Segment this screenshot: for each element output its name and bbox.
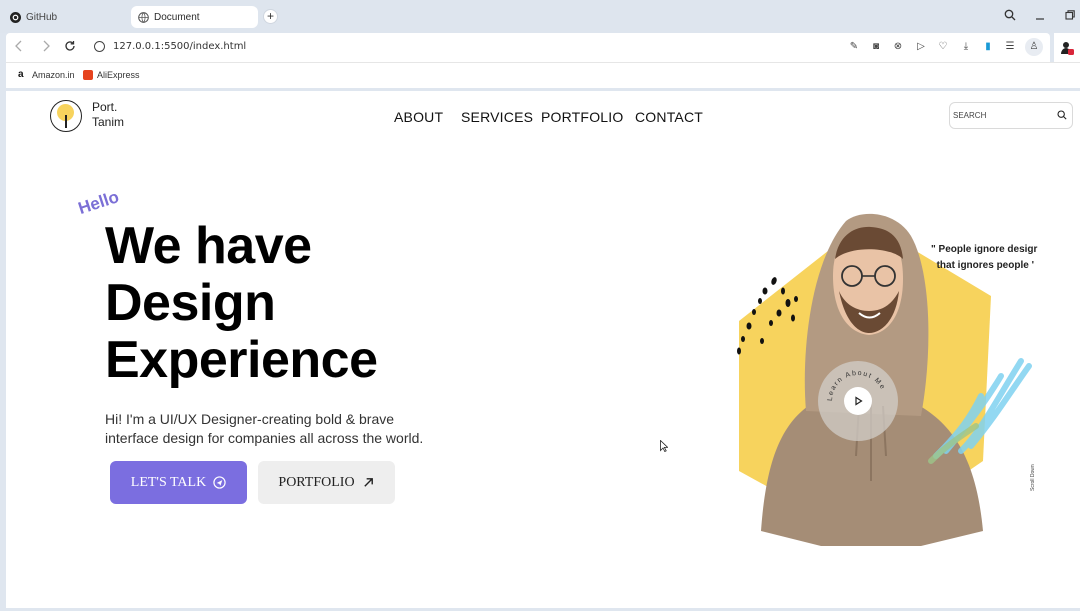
nav-about[interactable]: ABOUT <box>394 109 443 125</box>
scroll-down-label[interactable]: Scroll Down <box>1030 464 1036 491</box>
subtext-line-2: interface design for companies all acros… <box>105 430 424 446</box>
address-toolbar: 127.0.0.1:5500/index.html ✎ ◙ ⊗ ▷ ♡ ⤓ ▮ … <box>6 33 1050 62</box>
globe-icon <box>138 11 149 23</box>
tab-label: Document <box>154 11 200 23</box>
nav-contact[interactable]: CONTACT <box>635 109 703 125</box>
new-tab-button[interactable]: + <box>263 9 278 24</box>
quote-line-1: " People ignore desigr <box>931 244 1038 255</box>
play-icon <box>855 396 863 406</box>
bookmark-label: AliExpress <box>97 70 140 80</box>
reload-icon[interactable] <box>64 40 76 52</box>
lets-talk-label: LET'S TALK <box>130 474 207 490</box>
learn-about-me-button[interactable]: Learn About Me <box>818 361 898 441</box>
profile-icon[interactable]: ♙ <box>1025 38 1043 56</box>
heart-icon[interactable]: ♡ <box>937 41 949 53</box>
portfolio-button[interactable]: PORTFOLIO <box>258 461 395 504</box>
hero-subtext: Hi! I'm a UI/UX Designer-creating bold &… <box>105 410 465 448</box>
arrow-up-right-icon <box>363 478 373 487</box>
github-icon <box>10 11 21 23</box>
edit-icon[interactable]: ✎ <box>848 41 860 53</box>
play-button[interactable] <box>844 387 872 415</box>
nav-portfolio[interactable]: PORTFOLIO <box>541 109 623 125</box>
search-box <box>949 102 1073 129</box>
tab-strip: GitHub Document + <box>0 0 1080 33</box>
bookmark-amazon[interactable]: a Amazon.in <box>18 69 75 81</box>
menu-icon[interactable]: ☰ <box>1004 41 1016 53</box>
tab-github[interactable]: GitHub <box>10 6 57 28</box>
url-field[interactable]: 127.0.0.1:5500/index.html <box>113 41 246 52</box>
restore-icon[interactable] <box>1064 9 1076 21</box>
lets-talk-button[interactable]: LET'S TALK <box>110 461 247 504</box>
extension-icon[interactable]: ▮ <box>982 41 994 53</box>
download-icon[interactable]: ⤓ <box>960 41 972 53</box>
headline-line-2: Design <box>105 274 276 332</box>
hello-label: Hello <box>75 187 122 219</box>
shield-icon[interactable]: ⊗ <box>892 41 904 53</box>
logo-text[interactable]: Port. Tanim <box>92 100 124 130</box>
camera-icon[interactable]: ◙ <box>870 41 882 53</box>
logo-icon[interactable] <box>50 100 82 132</box>
quote-line-2: that ignores people ' <box>936 260 1034 271</box>
play-icon[interactable]: ▷ <box>915 41 927 53</box>
site-info-icon[interactable] <box>94 41 105 52</box>
bookmarks-bar: a Amazon.in AliExpress <box>6 62 1080 88</box>
bookmark-label: Amazon.in <box>32 70 75 80</box>
search-icon[interactable] <box>1057 110 1067 120</box>
logo-line-1: Port. <box>92 100 118 114</box>
hero-headline: We have Design Experience <box>105 218 378 389</box>
send-icon <box>213 476 226 489</box>
quote-text: " People ignore desigr that ignores peop… <box>931 242 1037 274</box>
bookmark-aliexpress[interactable]: AliExpress <box>83 70 140 80</box>
extensions-area <box>1054 33 1080 62</box>
search-tabs-icon[interactable] <box>1004 9 1016 21</box>
subtext-line-1: Hi! I'm a UI/UX Designer-creating bold &… <box>105 411 395 427</box>
forward-icon[interactable] <box>41 40 51 52</box>
tab-document[interactable]: Document <box>131 6 258 28</box>
aliexpress-icon <box>83 70 93 80</box>
nav-services[interactable]: SERVICES <box>461 109 533 125</box>
mouse-cursor-icon <box>660 440 668 452</box>
tab-label: GitHub <box>26 11 58 23</box>
headline-line-3: Experience <box>105 331 378 389</box>
minimize-icon[interactable] <box>1034 9 1046 21</box>
amazon-icon: a <box>18 69 24 80</box>
back-icon[interactable] <box>14 40 24 52</box>
user-extension-icon[interactable] <box>1060 41 1074 55</box>
web-page: Port. Tanim ABOUT SERVICES PORTFOLIO CON… <box>6 91 1080 608</box>
search-input[interactable] <box>953 107 1048 124</box>
logo-line-2: Tanim <box>92 115 125 129</box>
headline-line-1: We have <box>105 217 312 275</box>
portfolio-label: PORTFOLIO <box>278 474 355 490</box>
